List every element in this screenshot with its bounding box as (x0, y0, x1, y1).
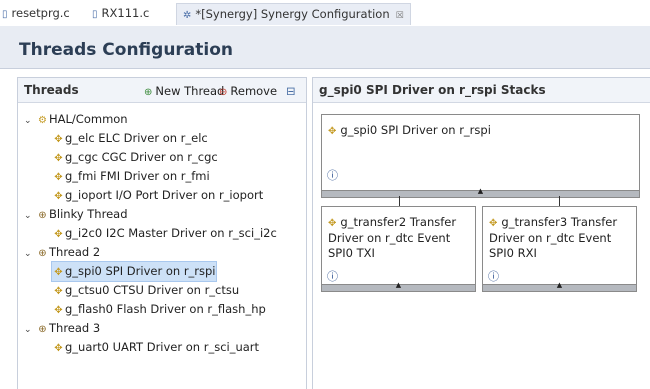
module-label: ✥ g_spi0 SPI Driver on r_rspi (328, 123, 491, 137)
tab-label: *[Synergy] Synergy Configuration (195, 7, 390, 21)
driver-module-icon: ✥ (54, 343, 63, 354)
chevron-down-icon[interactable]: ⌄ (24, 245, 36, 264)
driver-module-icon: ✥ (54, 286, 63, 297)
tree-item-label: g_ioport I/O Port Driver on r_ioport (65, 188, 264, 202)
expand-arrow-icon[interactable]: ▲ (478, 187, 483, 195)
driver-module-icon: ✥ (54, 191, 63, 202)
module-label: ✥ g_transfer2 Transfer Driver on r_dtc Ev… (328, 215, 457, 260)
tree-item-label: g_spi0 SPI Driver on r_rspi (65, 264, 216, 278)
stacks-panel-title: g_spi0 SPI Driver on r_rspi Stacks (319, 83, 546, 97)
tree-item-label: HAL/Common (49, 112, 128, 126)
tree-item-label: g_flash0 Flash Driver on r_flash_hp (65, 302, 266, 316)
module-dependency-bar[interactable]: ▲ (322, 187, 639, 197)
stacks-panel-header: g_spi0 SPI Driver on r_rspi Stacks (313, 78, 650, 103)
expand-arrow-icon[interactable]: ▲ (396, 281, 401, 289)
remove-icon: ⊖ (219, 87, 228, 98)
collapse-all-icon[interactable]: ⊟ (286, 84, 296, 98)
thread-icon: ⊕ (38, 324, 47, 335)
tree-item-label: g_uart0 UART Driver on r_sci_uart (65, 340, 260, 354)
hal-icon: ⚙ (38, 115, 47, 126)
tree-thread-3[interactable]: ⌄ ⊕ Thread 3 (24, 319, 100, 338)
connector-line (399, 196, 400, 206)
tree-item-g-fmi[interactable]: ✥ g_fmi FMI Driver on r_fmi (52, 167, 210, 186)
threads-panel-title: Threads (24, 83, 79, 97)
tab-rx111[interactable]: ▯ RX111.c (92, 5, 149, 22)
info-icon[interactable]: ⓘ (488, 268, 499, 284)
tree-item-label: g_ctsu0 CTSU Driver on r_ctsu (65, 283, 240, 297)
tree-item-label: g_i2c0 I2C Master Driver on r_sci_i2c (65, 226, 277, 240)
editor-tab-bar: ▯ resetprg.c ▯ RX111.c ✲ *[Synergy] Synergy… (0, 0, 650, 26)
info-icon[interactable]: ⓘ (327, 167, 338, 183)
module-label: ✥ g_transfer3 Transfer Driver on r_dtc Ev… (489, 215, 618, 260)
gear-icon: ✲ (183, 10, 192, 21)
tree-item-g-ctsu0[interactable]: ✥ g_ctsu0 CTSU Driver on r_ctsu (52, 281, 239, 300)
connector-line (559, 196, 560, 206)
remove-label: Remove (230, 84, 278, 98)
tree-item-label: g_fmi FMI Driver on r_fmi (65, 169, 210, 183)
tree-item-label: Blinky Thread (49, 207, 128, 221)
tree-item-label: Thread 3 (49, 321, 101, 335)
page-title: Threads Configuration (19, 40, 234, 60)
tree-item-label: Thread 2 (49, 245, 101, 259)
driver-module-icon: ✥ (54, 134, 63, 145)
tree-item-g-i2c0[interactable]: ✥ g_i2c0 I2C Master Driver on r_sci_i2c (52, 224, 277, 243)
tree-item-label: g_elc ELC Driver on r_elc (65, 131, 208, 145)
tree-item-g-spi0[interactable]: ✥ g_spi0 SPI Driver on r_rspi (51, 261, 217, 282)
driver-module-icon: ✥ (54, 153, 63, 164)
divider (0, 68, 650, 69)
tab-label: resetprg.c (11, 6, 70, 20)
remove-button[interactable]: ⊖ Remove (219, 84, 277, 98)
chevron-down-icon[interactable]: ⌄ (24, 207, 36, 226)
add-thread-icon: ⊕ (144, 87, 153, 98)
driver-module-icon: ✥ (328, 218, 337, 229)
threads-panel-header: Threads ⊕ New Thread ⊖ Remove ⊟ (18, 78, 306, 103)
threads-panel: Threads ⊕ New Thread ⊖ Remove ⊟ ⌄ ⚙ HAL/Comm… (17, 77, 307, 389)
chevron-down-icon[interactable]: ⌄ (24, 321, 36, 340)
expand-arrow-icon[interactable]: ▲ (557, 281, 562, 289)
driver-module-icon: ✥ (54, 305, 63, 316)
driver-module-icon: ✥ (328, 126, 337, 137)
new-thread-label: New Thread (155, 84, 225, 98)
c-file-icon: ▯ (2, 9, 8, 20)
tab-label: RX111.c (101, 6, 150, 20)
driver-module-icon: ✥ (54, 172, 63, 183)
driver-module-icon: ✥ (489, 218, 498, 229)
driver-module-icon: ✥ (54, 267, 63, 278)
module-dependency-bar[interactable]: ▲ (483, 281, 636, 291)
driver-module-icon: ✥ (54, 229, 63, 240)
new-thread-button[interactable]: ⊕ New Thread (144, 84, 224, 98)
tree-group-hal-common[interactable]: ⌄ ⚙ HAL/Common (24, 110, 128, 129)
tree-thread-blinky[interactable]: ⌄ ⊕ Blinky Thread (24, 205, 128, 224)
chevron-down-icon[interactable]: ⌄ (24, 112, 36, 131)
thread-icon: ⊕ (38, 210, 47, 221)
close-icon[interactable]: ☒ (396, 11, 404, 21)
tree-item-label: g_cgc CGC Driver on r_cgc (65, 150, 218, 164)
tree-item-g-flash0[interactable]: ✥ g_flash0 Flash Driver on r_flash_hp (52, 300, 266, 319)
stack-module-g-spi0[interactable]: ✥ g_spi0 SPI Driver on r_rspi ⓘ ▲ (321, 114, 640, 198)
tree-thread-2[interactable]: ⌄ ⊕ Thread 2 (24, 243, 100, 262)
tab-resetprg[interactable]: ▯ resetprg.c (2, 5, 70, 22)
tree-item-g-ioport[interactable]: ✥ g_ioport I/O Port Driver on r_ioport (52, 186, 263, 205)
module-dependency-bar[interactable]: ▲ (322, 281, 475, 291)
stack-module-g-transfer3[interactable]: ✥ g_transfer3 Transfer Driver on r_dtc Ev… (482, 206, 637, 292)
info-icon[interactable]: ⓘ (327, 268, 338, 284)
tree-item-g-elc[interactable]: ✥ g_elc ELC Driver on r_elc (52, 129, 208, 148)
tree-item-g-cgc[interactable]: ✥ g_cgc CGC Driver on r_cgc (52, 148, 218, 167)
tree-item-g-uart0[interactable]: ✥ g_uart0 UART Driver on r_sci_uart (52, 338, 259, 357)
c-file-icon: ▯ (92, 9, 98, 20)
stack-module-g-transfer2[interactable]: ✥ g_transfer2 Transfer Driver on r_dtc Ev… (321, 206, 476, 292)
thread-icon: ⊕ (38, 248, 47, 259)
stacks-panel: g_spi0 SPI Driver on r_rspi Stacks ✥ g_sp… (312, 77, 650, 389)
tab-synergy-configuration[interactable]: ✲ *[Synergy] Synergy Configuration ☒ (176, 3, 411, 25)
